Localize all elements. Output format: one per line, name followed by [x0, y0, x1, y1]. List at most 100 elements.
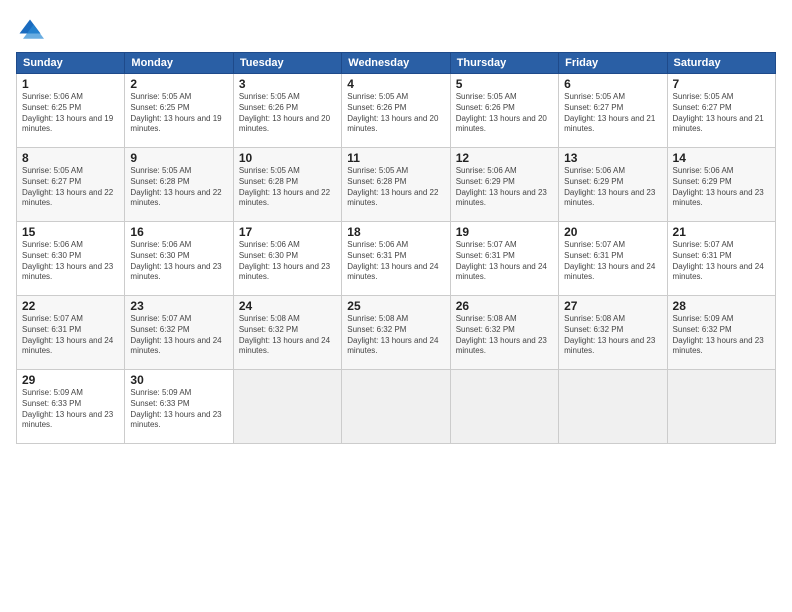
- day-info: Sunrise: 5:08 AM Sunset: 6:32 PM Dayligh…: [564, 314, 661, 357]
- day-number: 9: [130, 151, 227, 165]
- day-cell: 22 Sunrise: 5:07 AM Sunset: 6:31 PM Dayl…: [17, 296, 125, 370]
- day-info: Sunrise: 5:05 AM Sunset: 6:28 PM Dayligh…: [239, 166, 336, 209]
- day-number: 16: [130, 225, 227, 239]
- col-monday: Monday: [125, 53, 233, 74]
- day-info: Sunrise: 5:06 AM Sunset: 6:30 PM Dayligh…: [22, 240, 119, 283]
- empty-cell: [450, 370, 558, 444]
- day-number: 17: [239, 225, 336, 239]
- day-cell: 1 Sunrise: 5:06 AM Sunset: 6:25 PM Dayli…: [17, 74, 125, 148]
- day-number: 15: [22, 225, 119, 239]
- day-number: 26: [456, 299, 553, 313]
- day-cell: 4 Sunrise: 5:05 AM Sunset: 6:26 PM Dayli…: [342, 74, 450, 148]
- day-cell: 21 Sunrise: 5:07 AM Sunset: 6:31 PM Dayl…: [667, 222, 775, 296]
- logo: [16, 16, 48, 44]
- empty-cell: [559, 370, 667, 444]
- day-cell: 5 Sunrise: 5:05 AM Sunset: 6:26 PM Dayli…: [450, 74, 558, 148]
- calendar-week-row: 22 Sunrise: 5:07 AM Sunset: 6:31 PM Dayl…: [17, 296, 776, 370]
- day-cell: 16 Sunrise: 5:06 AM Sunset: 6:30 PM Dayl…: [125, 222, 233, 296]
- day-number: 6: [564, 77, 661, 91]
- day-number: 23: [130, 299, 227, 313]
- day-info: Sunrise: 5:06 AM Sunset: 6:29 PM Dayligh…: [456, 166, 553, 209]
- col-wednesday: Wednesday: [342, 53, 450, 74]
- header: [16, 16, 776, 44]
- day-info: Sunrise: 5:05 AM Sunset: 6:27 PM Dayligh…: [673, 92, 770, 135]
- calendar-week-row: 1 Sunrise: 5:06 AM Sunset: 6:25 PM Dayli…: [17, 74, 776, 148]
- day-cell: 19 Sunrise: 5:07 AM Sunset: 6:31 PM Dayl…: [450, 222, 558, 296]
- day-number: 4: [347, 77, 444, 91]
- col-sunday: Sunday: [17, 53, 125, 74]
- day-cell: 24 Sunrise: 5:08 AM Sunset: 6:32 PM Dayl…: [233, 296, 341, 370]
- day-number: 30: [130, 373, 227, 387]
- day-cell: 13 Sunrise: 5:06 AM Sunset: 6:29 PM Dayl…: [559, 148, 667, 222]
- day-cell: 26 Sunrise: 5:08 AM Sunset: 6:32 PM Dayl…: [450, 296, 558, 370]
- day-info: Sunrise: 5:05 AM Sunset: 6:25 PM Dayligh…: [130, 92, 227, 135]
- col-saturday: Saturday: [667, 53, 775, 74]
- day-number: 11: [347, 151, 444, 165]
- day-info: Sunrise: 5:05 AM Sunset: 6:26 PM Dayligh…: [347, 92, 444, 135]
- calendar-week-row: 15 Sunrise: 5:06 AM Sunset: 6:30 PM Dayl…: [17, 222, 776, 296]
- day-number: 13: [564, 151, 661, 165]
- day-cell: 10 Sunrise: 5:05 AM Sunset: 6:28 PM Dayl…: [233, 148, 341, 222]
- day-number: 22: [22, 299, 119, 313]
- day-info: Sunrise: 5:06 AM Sunset: 6:29 PM Dayligh…: [673, 166, 770, 209]
- day-cell: 28 Sunrise: 5:09 AM Sunset: 6:32 PM Dayl…: [667, 296, 775, 370]
- day-info: Sunrise: 5:05 AM Sunset: 6:26 PM Dayligh…: [456, 92, 553, 135]
- calendar-header-row: Sunday Monday Tuesday Wednesday Thursday…: [17, 53, 776, 74]
- day-number: 18: [347, 225, 444, 239]
- day-number: 1: [22, 77, 119, 91]
- day-info: Sunrise: 5:09 AM Sunset: 6:33 PM Dayligh…: [22, 388, 119, 431]
- calendar-week-row: 29 Sunrise: 5:09 AM Sunset: 6:33 PM Dayl…: [17, 370, 776, 444]
- day-number: 20: [564, 225, 661, 239]
- day-info: Sunrise: 5:06 AM Sunset: 6:30 PM Dayligh…: [130, 240, 227, 283]
- col-tuesday: Tuesday: [233, 53, 341, 74]
- day-number: 25: [347, 299, 444, 313]
- day-cell: 20 Sunrise: 5:07 AM Sunset: 6:31 PM Dayl…: [559, 222, 667, 296]
- day-number: 19: [456, 225, 553, 239]
- day-number: 29: [22, 373, 119, 387]
- day-info: Sunrise: 5:06 AM Sunset: 6:31 PM Dayligh…: [347, 240, 444, 283]
- day-number: 12: [456, 151, 553, 165]
- day-cell: 30 Sunrise: 5:09 AM Sunset: 6:33 PM Dayl…: [125, 370, 233, 444]
- day-number: 24: [239, 299, 336, 313]
- empty-cell: [342, 370, 450, 444]
- day-info: Sunrise: 5:06 AM Sunset: 6:30 PM Dayligh…: [239, 240, 336, 283]
- day-cell: 6 Sunrise: 5:05 AM Sunset: 6:27 PM Dayli…: [559, 74, 667, 148]
- day-cell: 3 Sunrise: 5:05 AM Sunset: 6:26 PM Dayli…: [233, 74, 341, 148]
- calendar-table: Sunday Monday Tuesday Wednesday Thursday…: [16, 52, 776, 444]
- day-info: Sunrise: 5:08 AM Sunset: 6:32 PM Dayligh…: [239, 314, 336, 357]
- day-info: Sunrise: 5:09 AM Sunset: 6:33 PM Dayligh…: [130, 388, 227, 431]
- day-cell: 8 Sunrise: 5:05 AM Sunset: 6:27 PM Dayli…: [17, 148, 125, 222]
- day-info: Sunrise: 5:06 AM Sunset: 6:29 PM Dayligh…: [564, 166, 661, 209]
- day-number: 21: [673, 225, 770, 239]
- day-cell: 9 Sunrise: 5:05 AM Sunset: 6:28 PM Dayli…: [125, 148, 233, 222]
- day-info: Sunrise: 5:05 AM Sunset: 6:27 PM Dayligh…: [564, 92, 661, 135]
- day-cell: 25 Sunrise: 5:08 AM Sunset: 6:32 PM Dayl…: [342, 296, 450, 370]
- day-info: Sunrise: 5:09 AM Sunset: 6:32 PM Dayligh…: [673, 314, 770, 357]
- col-friday: Friday: [559, 53, 667, 74]
- day-number: 10: [239, 151, 336, 165]
- day-number: 5: [456, 77, 553, 91]
- day-cell: 11 Sunrise: 5:05 AM Sunset: 6:28 PM Dayl…: [342, 148, 450, 222]
- empty-cell: [667, 370, 775, 444]
- day-info: Sunrise: 5:07 AM Sunset: 6:31 PM Dayligh…: [673, 240, 770, 283]
- day-number: 7: [673, 77, 770, 91]
- day-info: Sunrise: 5:05 AM Sunset: 6:27 PM Dayligh…: [22, 166, 119, 209]
- day-number: 3: [239, 77, 336, 91]
- logo-icon: [16, 16, 44, 44]
- day-info: Sunrise: 5:06 AM Sunset: 6:25 PM Dayligh…: [22, 92, 119, 135]
- day-cell: 12 Sunrise: 5:06 AM Sunset: 6:29 PM Dayl…: [450, 148, 558, 222]
- page: Sunday Monday Tuesday Wednesday Thursday…: [0, 0, 792, 612]
- col-thursday: Thursday: [450, 53, 558, 74]
- day-info: Sunrise: 5:07 AM Sunset: 6:32 PM Dayligh…: [130, 314, 227, 357]
- day-info: Sunrise: 5:07 AM Sunset: 6:31 PM Dayligh…: [456, 240, 553, 283]
- empty-cell: [233, 370, 341, 444]
- day-info: Sunrise: 5:05 AM Sunset: 6:28 PM Dayligh…: [130, 166, 227, 209]
- day-cell: 15 Sunrise: 5:06 AM Sunset: 6:30 PM Dayl…: [17, 222, 125, 296]
- day-cell: 2 Sunrise: 5:05 AM Sunset: 6:25 PM Dayli…: [125, 74, 233, 148]
- day-cell: 29 Sunrise: 5:09 AM Sunset: 6:33 PM Dayl…: [17, 370, 125, 444]
- day-cell: 7 Sunrise: 5:05 AM Sunset: 6:27 PM Dayli…: [667, 74, 775, 148]
- day-cell: 27 Sunrise: 5:08 AM Sunset: 6:32 PM Dayl…: [559, 296, 667, 370]
- day-info: Sunrise: 5:05 AM Sunset: 6:28 PM Dayligh…: [347, 166, 444, 209]
- day-cell: 17 Sunrise: 5:06 AM Sunset: 6:30 PM Dayl…: [233, 222, 341, 296]
- day-info: Sunrise: 5:07 AM Sunset: 6:31 PM Dayligh…: [564, 240, 661, 283]
